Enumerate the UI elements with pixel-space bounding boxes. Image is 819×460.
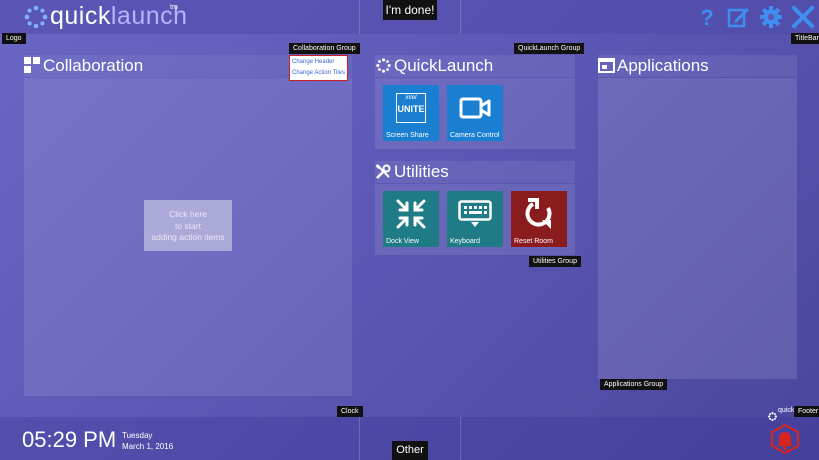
logo-tag: Logo <box>2 33 26 44</box>
change-action-tiles-link[interactable]: Change Action Tiles <box>292 68 345 79</box>
add-action-items-tile[interactable]: Click here to start adding action items <box>144 200 232 251</box>
clock-date: Tuesday March 1, 2016 <box>122 430 173 452</box>
footer-tag: Footer <box>794 406 819 417</box>
divider <box>359 0 360 34</box>
divider <box>460 417 461 460</box>
camera-control-tile[interactable]: Camera Control <box>447 85 503 141</box>
dock-view-tile[interactable]: Dock View <box>383 191 439 247</box>
applications-icon <box>598 58 615 73</box>
reset-icon <box>524 198 554 230</box>
unite-label: UNITE <box>397 104 425 114</box>
other-button[interactable]: Other <box>392 441 428 460</box>
logo-quick: quick <box>50 2 111 30</box>
applications-area[interactable] <box>598 78 797 379</box>
collaboration-group-tag: Collaboration Group <box>289 43 360 54</box>
camera-control-label: Camera Control <box>450 132 500 139</box>
keyboard-icon <box>458 200 492 228</box>
clock-time: 05:29 PM <box>22 427 117 452</box>
trademark: tm <box>170 4 178 11</box>
settings-icon[interactable] <box>759 5 783 29</box>
placeholder-line: Click here <box>169 209 207 219</box>
camera-icon <box>459 96 491 120</box>
mini-logo-icon <box>768 408 777 421</box>
clock-full-date: March 1, 2016 <box>122 442 174 451</box>
screen-share-tile[interactable]: intel UNITE Screen Share <box>383 85 439 141</box>
done-button[interactable]: I'm done! <box>383 0 437 20</box>
edit-icon[interactable] <box>727 5 751 29</box>
svg-text:?: ? <box>700 5 713 29</box>
clock-tag: Clock <box>337 406 363 417</box>
reset-room-label: Reset Room <box>514 238 553 245</box>
intel-label: intel <box>405 95 417 101</box>
utilities-group-tag: Utilities Group <box>529 256 581 267</box>
placeholder-line: to start <box>175 220 201 231</box>
quicklaunch-title: QuickLaunch <box>394 56 494 75</box>
alarm-bell-icon[interactable] <box>771 423 799 455</box>
reset-room-tile[interactable]: Reset Room <box>511 191 567 247</box>
titlebar-tag: TitleBar <box>791 33 819 44</box>
quicklaunch-logo-icon <box>24 5 48 29</box>
screen-share-label: Screen Share <box>386 132 429 139</box>
clock-day-name: Tuesday <box>122 431 153 440</box>
utilities-title: Utilities <box>394 162 449 181</box>
close-icon[interactable] <box>791 5 815 29</box>
applications-title: Applications <box>617 56 709 75</box>
help-icon[interactable]: ? <box>695 5 719 30</box>
applications-group-tag: Applications Group <box>600 379 668 390</box>
app-logo-text: quicklaunch <box>50 2 188 31</box>
dock-view-label: Dock View <box>386 238 419 245</box>
quicklaunch-group-tag: QuickLaunch Group <box>514 43 585 54</box>
keyboard-label: Keyboard <box>450 238 480 245</box>
collaboration-icon <box>24 57 40 73</box>
collaboration-context-menu: Change Header Change Action Tiles <box>289 55 348 81</box>
divider <box>359 417 360 460</box>
divider <box>460 0 461 34</box>
mini-logo-text: quick <box>778 407 795 414</box>
keyboard-tile[interactable]: Keyboard <box>447 191 503 247</box>
dock-arrows-icon <box>395 198 427 230</box>
change-header-link[interactable]: Change Header <box>292 57 345 68</box>
intel-unite-icon: intel UNITE <box>396 93 426 123</box>
collaboration-title: Collaboration <box>43 56 144 75</box>
utilities-icon <box>375 164 391 180</box>
quicklaunch-icon <box>376 58 391 73</box>
placeholder-line: adding action items <box>151 232 225 242</box>
